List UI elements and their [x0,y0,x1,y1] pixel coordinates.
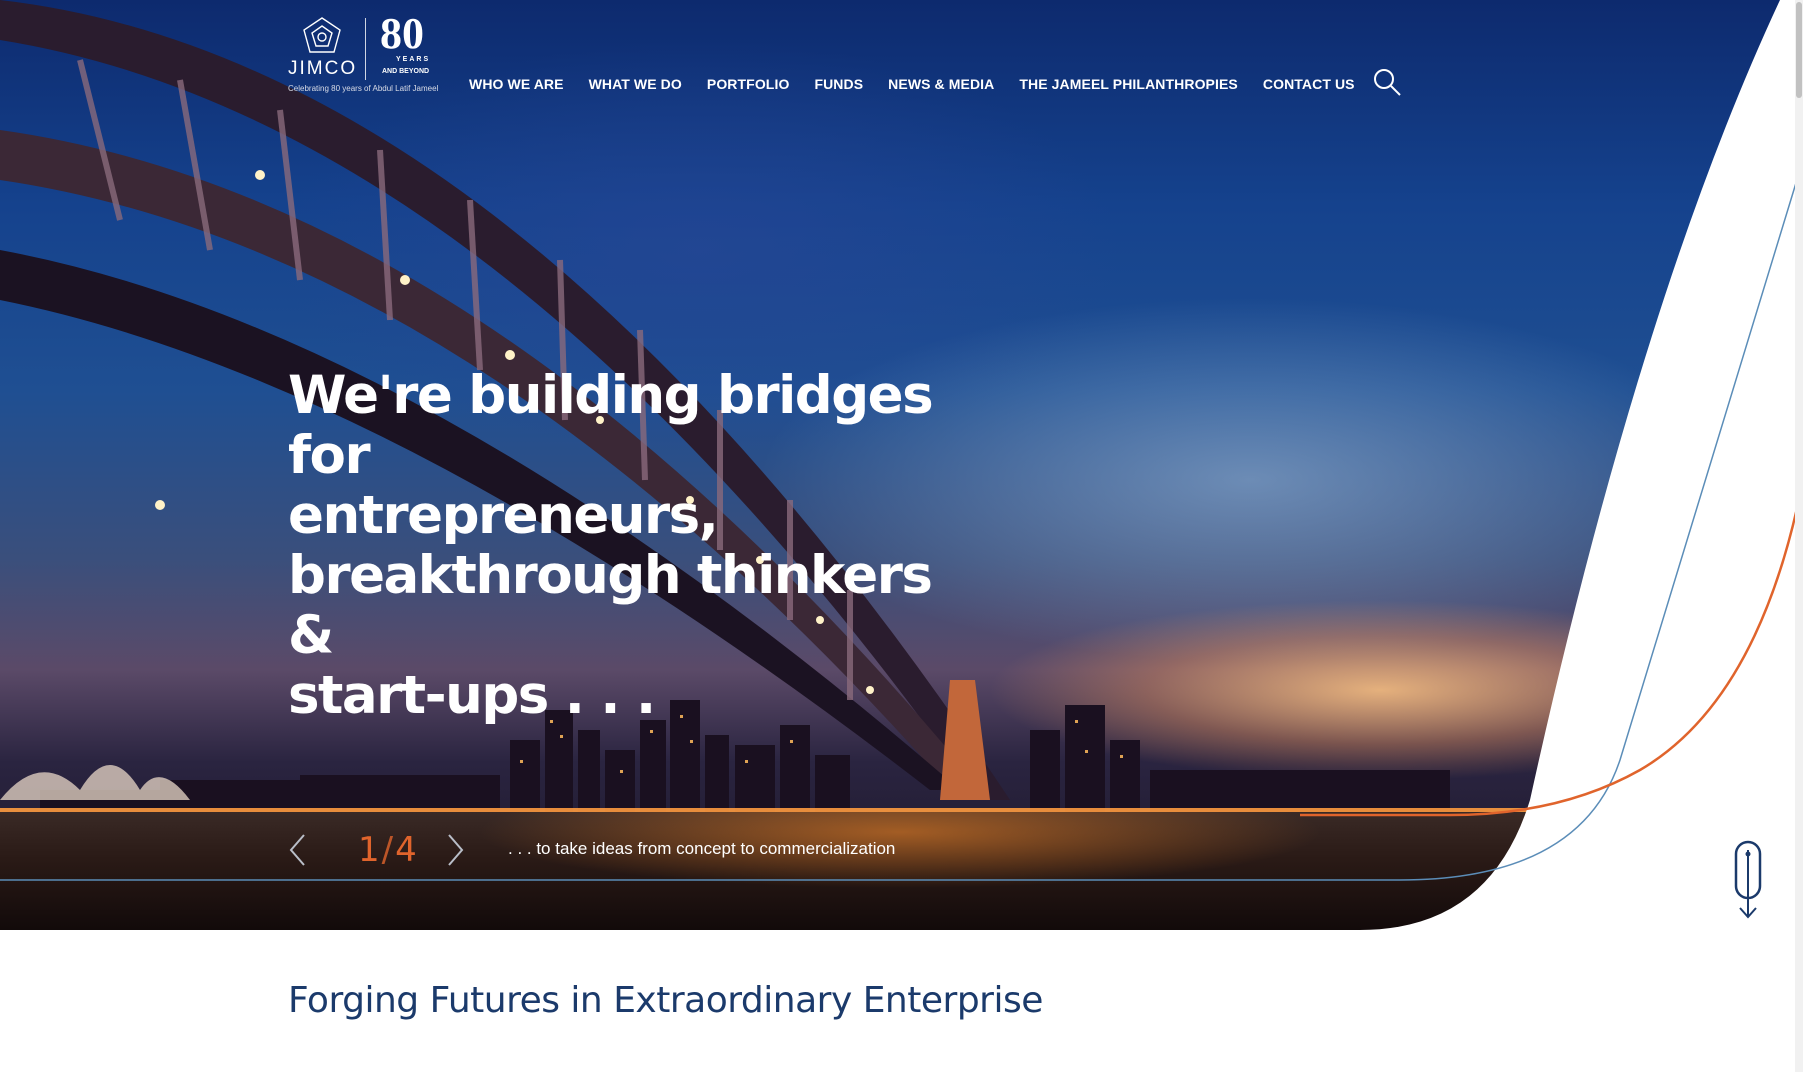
nav-jameel-philanthropies[interactable]: THE JAMEEL PHILANTHROPIES [1019,76,1238,96]
scroll-down-icon[interactable] [1730,840,1766,920]
logo-divider [365,18,366,80]
logo-emblem-icon [303,17,341,53]
scrollbar-thumb[interactable] [1796,2,1802,98]
nav-what-we-do[interactable]: WHAT WE DO [589,76,682,96]
anniversary-years: YEARS [396,56,431,63]
jimco-logo[interactable]: JIMCO 80 YEARS AND BEYOND Celebrating 80… [288,9,439,96]
nav-portfolio[interactable]: PORTFOLIO [707,76,790,96]
chevron-left-icon[interactable] [288,833,308,867]
headline-line-1: We're building bridges for [288,365,934,486]
main-navigation: WHO WE ARE WHAT WE DO PORTFOLIO FUNDS NE… [469,76,1380,96]
slide-total: 4 [395,830,419,870]
headline-line-4: start-ups . . . [288,665,656,726]
logo-brand-text: JIMCO [288,58,358,79]
page-scrollbar[interactable] [1795,0,1803,1072]
section-title: Forging Futures in Extraordinary Enterpr… [288,980,1043,1021]
slider-controls: 1/4 [288,830,465,870]
anniversary-beyond: AND BEYOND [382,68,430,75]
logo-tagline: Celebrating 80 years of Abdul Latif Jame… [288,84,439,93]
headline-line-3: breakthrough thinkers & [288,545,933,666]
chevron-right-icon[interactable] [445,833,465,867]
slide-separator: / [381,830,396,870]
nav-funds[interactable]: FUNDS [814,76,863,96]
search-icon[interactable] [1372,67,1402,97]
hero-headline: We're building bridges for entrepreneurs… [288,366,988,726]
slide-current: 1 [358,830,382,870]
slide-caption: . . . to take ideas from concept to comm… [508,839,896,858]
nav-contact-us[interactable]: CONTACT US [1263,76,1355,96]
slide-counter: 1/4 [358,833,419,867]
anniversary-number: 80 [380,9,424,58]
headline-line-2: entrepreneurs, [288,485,719,546]
nav-news-media[interactable]: NEWS & MEDIA [888,76,994,96]
nav-who-we-are[interactable]: WHO WE ARE [469,76,564,96]
